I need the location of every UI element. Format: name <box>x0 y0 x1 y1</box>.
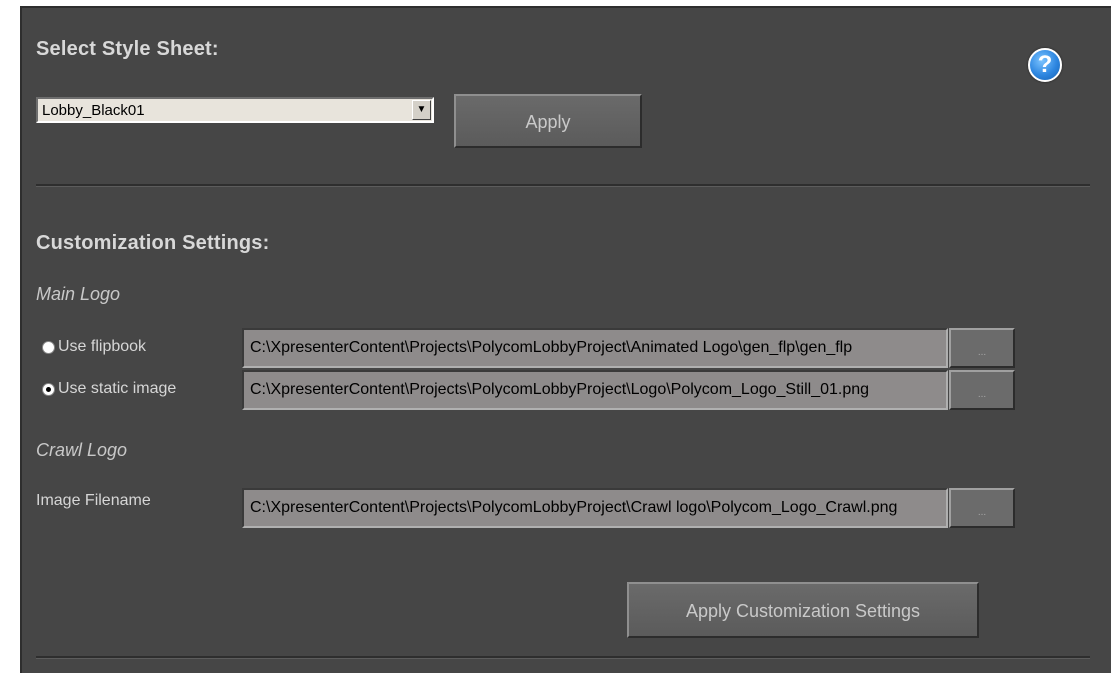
help-question-icon[interactable]: ? <box>1028 48 1062 82</box>
crawl-logo-browse-button[interactable]: ... <box>949 488 1015 528</box>
style-sheet-select-value: Lobby_Black01 <box>42 102 145 119</box>
use-flipbook-radio[interactable] <box>42 341 55 354</box>
divider <box>36 184 1090 187</box>
apply-customization-settings-button[interactable]: Apply Customization Settings <box>627 582 979 638</box>
image-filename-label: Image Filename <box>36 492 151 509</box>
crawl-logo-heading: Crawl Logo <box>36 440 128 460</box>
style-sheet-select[interactable]: Lobby_Black01 ▼ <box>36 97 434 123</box>
static-image-path-field[interactable]: C:\XpresenterContent\Projects\PolycomLob… <box>242 370 948 410</box>
customization-settings-heading: Customization Settings: <box>36 232 270 254</box>
main-logo-heading: Main Logo <box>36 284 121 304</box>
flipbook-path-field[interactable]: C:\XpresenterContent\Projects\PolycomLob… <box>242 328 948 368</box>
use-flipbook-label: Use flipbook <box>58 338 147 355</box>
static-image-browse-button[interactable]: ... <box>949 370 1015 410</box>
select-style-sheet-heading: Select Style Sheet: <box>36 38 219 60</box>
dropdown-arrow-icon[interactable]: ▼ <box>412 100 431 120</box>
flipbook-browse-button[interactable]: ... <box>949 328 1015 368</box>
use-static-image-label: Use static image <box>58 380 177 397</box>
crawl-logo-path-field[interactable]: C:\XpresenterContent\Projects\PolycomLob… <box>242 488 948 528</box>
use-static-image-radio[interactable] <box>42 383 55 396</box>
settings-panel: Select Style Sheet: ? Lobby_Black01 ▼ Ap… <box>20 6 1111 673</box>
divider <box>36 656 1090 659</box>
apply-style-sheet-button[interactable]: Apply <box>454 94 642 148</box>
